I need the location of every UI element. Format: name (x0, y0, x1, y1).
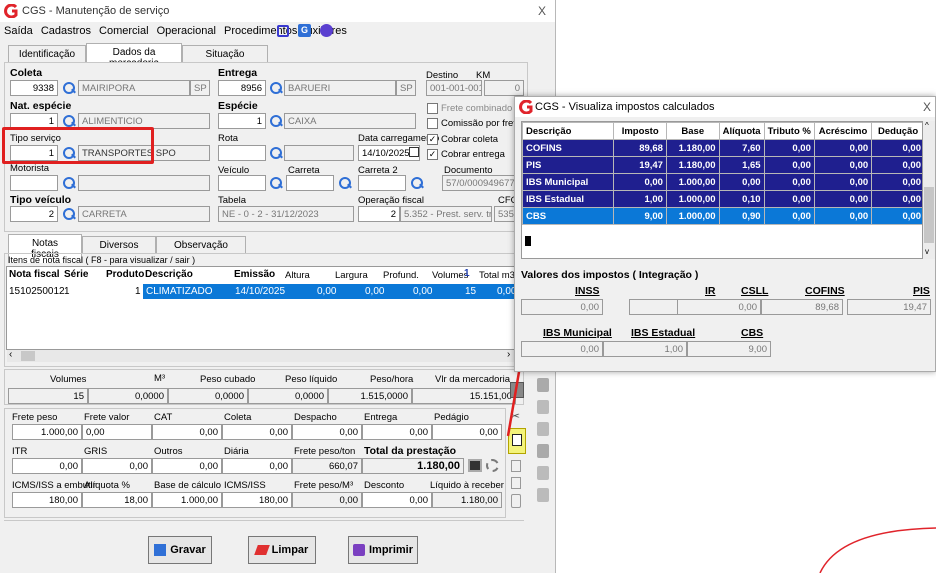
integ-cbs-label: CBS (741, 327, 764, 339)
tax-cell: 0,00 (871, 156, 922, 174)
row-indicator-icon (525, 236, 531, 246)
tax-close-button[interactable]: X (923, 100, 931, 114)
tax-cell: 0,00 (763, 190, 815, 208)
tax-cell: IBS Estadual (522, 190, 615, 208)
tax-cell: 0,00 (718, 173, 765, 191)
tax-row-cbs[interactable]: CBS 9,00 1.000,00 0,90 0,00 0,00 0,00 (522, 207, 922, 225)
tax-grid: Descrição Imposto Base Alíquota Tributo … (521, 121, 923, 259)
integ-pis-label: PIS (913, 285, 930, 297)
tax-cell: 0,00 (813, 139, 873, 157)
tax-cell: 0,00 (871, 190, 922, 208)
integ-csll: 0,00 (677, 299, 761, 315)
app-logo-icon (519, 100, 533, 114)
tax-cell: 0,10 (718, 190, 765, 208)
tax-cell: 0,00 (813, 173, 873, 191)
tax-col-imposto: Imposto (613, 122, 667, 140)
tax-cell: COFINS (522, 139, 615, 157)
tax-cell: 1.000,00 (665, 207, 720, 225)
tax-cell: 0,00 (763, 156, 815, 174)
tax-row-cofins[interactable]: COFINS 89,68 1.180,00 7,60 0,00 0,00 0,0… (522, 139, 922, 157)
tax-cell: 0,00 (813, 156, 873, 174)
integ-inss: 0,00 (521, 299, 603, 315)
tax-col-aliquota: Alíquota (718, 122, 765, 140)
tax-cell: 0,00 (813, 207, 873, 225)
scroll-down-icon[interactable]: v (925, 247, 929, 256)
tax-row-pis[interactable]: PIS 19,47 1.180,00 1,65 0,00 0,00 0,00 (522, 156, 922, 174)
tax-cell: 0,00 (763, 173, 815, 191)
integ-ibs-estadual-label: IBS Estadual (631, 327, 696, 339)
tax-cell: 0,00 (613, 173, 667, 191)
tax-col-base: Base (665, 122, 720, 140)
tax-cell: 0,00 (871, 207, 922, 225)
integ-title: Valores dos impostos ( Integração ) (521, 269, 699, 281)
tax-col-tributo: Tributo % (763, 122, 815, 140)
integ-cbs: 9,00 (687, 341, 771, 357)
tax-cell: 0,00 (871, 139, 922, 157)
decorative-arc (819, 527, 936, 573)
tax-cell: CBS (522, 207, 615, 225)
tax-title: CGS - Visualiza impostos calculados (535, 101, 715, 113)
tax-cell: 89,68 (613, 139, 667, 157)
tax-cell: IBS Municipal (522, 173, 615, 191)
tax-cell: 0,90 (718, 207, 765, 225)
integ-cofins: 89,68 (761, 299, 843, 315)
tax-cell: 1.180,00 (665, 139, 720, 157)
tax-cell: 0,00 (763, 139, 815, 157)
tax-cell: 0,00 (763, 207, 815, 225)
integ-ibs-municipal: 0,00 (521, 341, 603, 357)
tax-table: Descrição Imposto Base Alíquota Tributo … (522, 122, 922, 225)
tax-cell: 1.000,00 (665, 173, 720, 191)
tax-cell: 0,00 (813, 190, 873, 208)
tax-titlebar: CGS - Visualiza impostos calculados X (515, 97, 935, 117)
tax-cell: PIS (522, 156, 615, 174)
integ-pis: 19,47 (847, 299, 931, 315)
integ-ibs-municipal-label: IBS Municipal (543, 327, 612, 339)
tax-row-ibs-municipal[interactable]: IBS Municipal 0,00 1.000,00 0,00 0,00 0,… (522, 173, 922, 191)
tax-cell: 1,00 (613, 190, 667, 208)
integ-csll-label: CSLL (741, 285, 769, 297)
tax-cell: 7,60 (718, 139, 765, 157)
tax-col-descricao: Descrição (522, 122, 615, 140)
integ-ir-label: IR (705, 285, 716, 297)
tax-row-ibs-estadual[interactable]: IBS Estadual 1,00 1.000,00 0,10 0,00 0,0… (522, 190, 922, 208)
tax-cell: 1.000,00 (665, 190, 720, 208)
tax-cell: 1,65 (718, 156, 765, 174)
tax-cell: 9,00 (613, 207, 667, 225)
tax-col-acrescimo: Acréscimo (813, 122, 873, 140)
integ-inss-label: INSS (575, 285, 600, 297)
tax-cell: 0,00 (871, 173, 922, 191)
integ-ibs-estadual: 1,00 (603, 341, 687, 357)
tax-cell: 19,47 (613, 156, 667, 174)
scroll-up-icon[interactable]: ^ (925, 121, 929, 130)
integ-cofins-label: COFINS (805, 285, 845, 297)
tax-window: CGS - Visualiza impostos calculados X De… (514, 96, 936, 372)
tax-cell: 1.180,00 (665, 156, 720, 174)
vertical-scrollbar[interactable]: ^ v (923, 121, 935, 259)
tax-col-deducao: Dedução (871, 122, 922, 140)
